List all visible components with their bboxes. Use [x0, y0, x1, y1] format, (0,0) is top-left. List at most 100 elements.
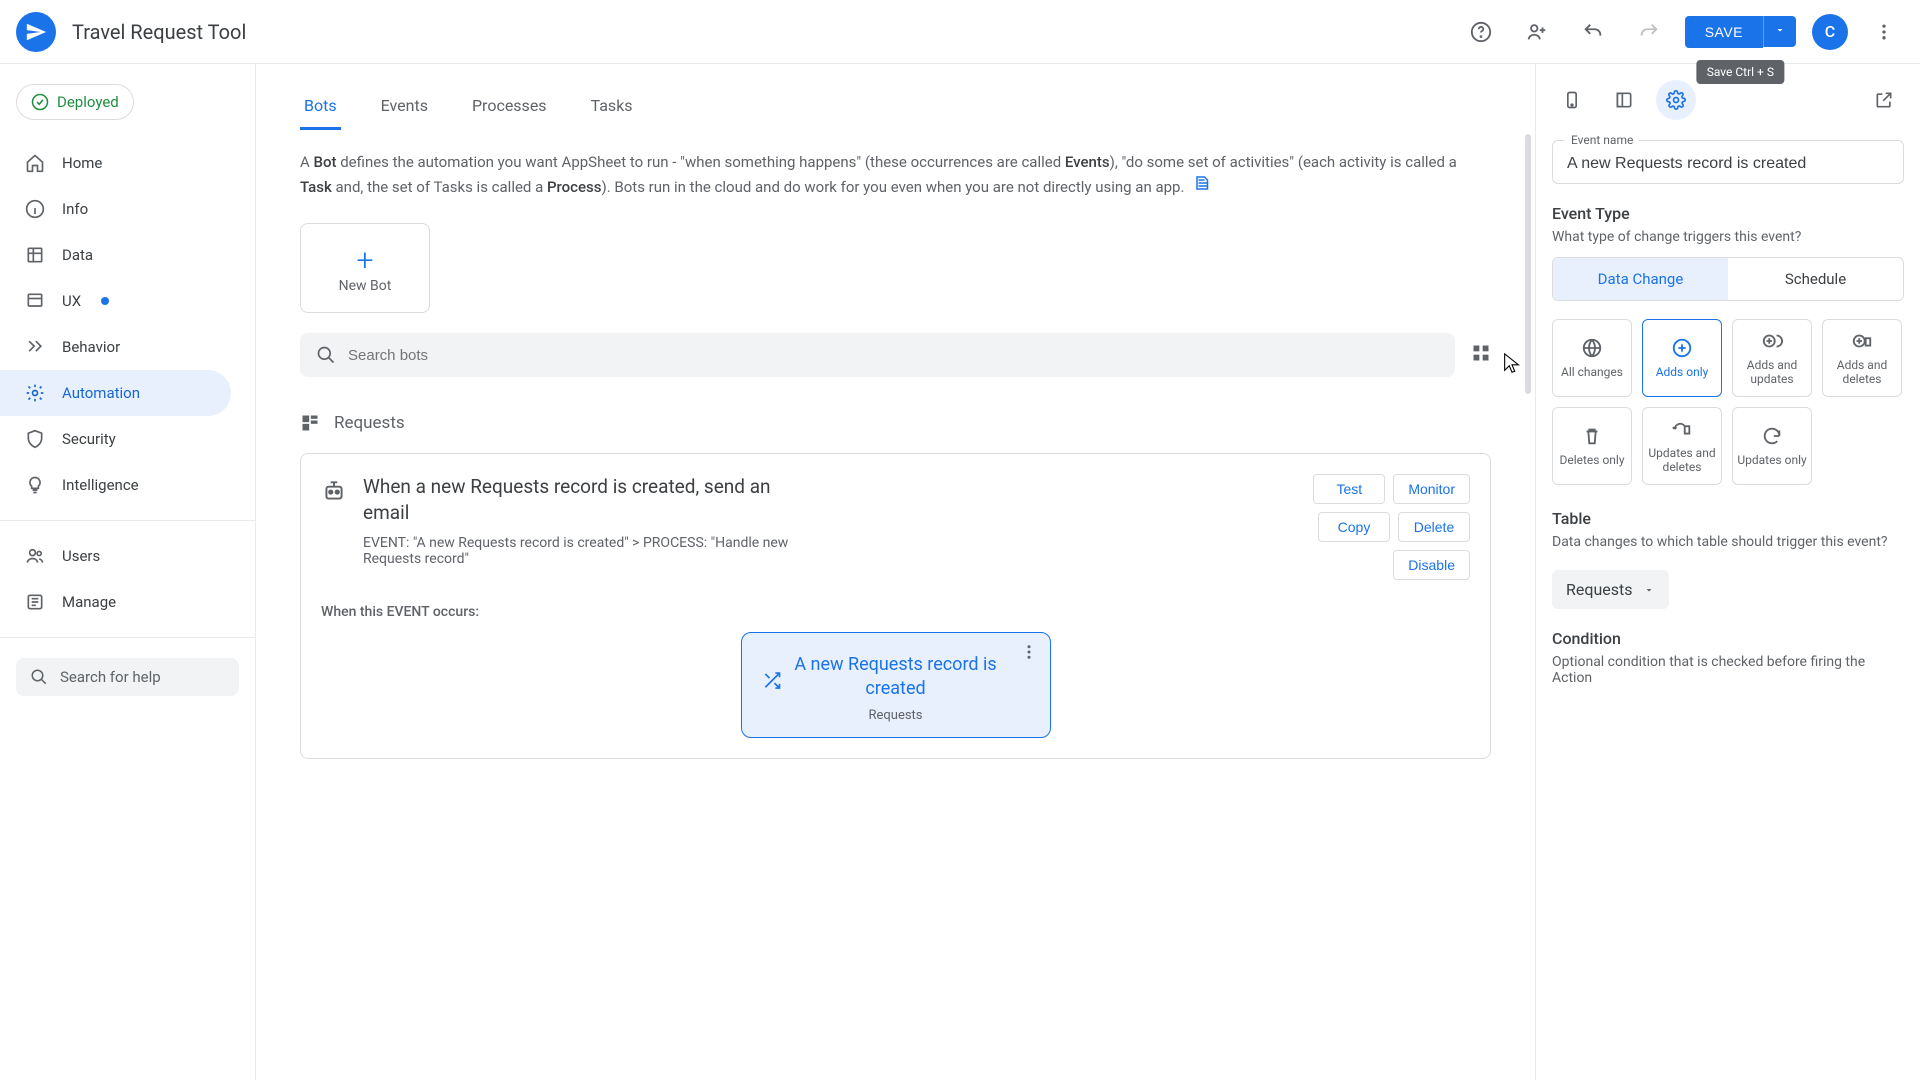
more-vert-icon[interactable]: [1020, 643, 1038, 665]
test-button[interactable]: Test: [1313, 474, 1385, 504]
collapse-handle-icon[interactable]: [1531, 563, 1536, 581]
event-occurs-label: When this EVENT occurs:: [321, 604, 1470, 620]
table-value: Requests: [1566, 580, 1633, 599]
sidebar-item-manage[interactable]: Manage: [0, 579, 231, 625]
data-icon: [24, 244, 46, 266]
table-select[interactable]: Requests: [1552, 570, 1669, 609]
change-all[interactable]: All changes: [1552, 319, 1632, 397]
automation-icon: [24, 382, 46, 404]
home-icon: [24, 152, 46, 174]
ux-icon: [24, 290, 46, 312]
right-panel: Event name Event Type What type of chang…: [1536, 64, 1920, 1080]
tablet-preview-icon[interactable]: [1604, 80, 1644, 120]
more-vert-icon[interactable]: [1864, 12, 1904, 52]
data-change-option[interactable]: Data Change: [1553, 258, 1728, 300]
main-content: Bots Events Processes Tasks A Bot define…: [256, 64, 1536, 1080]
undo-icon[interactable]: [1573, 12, 1613, 52]
person-add-icon[interactable]: [1517, 12, 1557, 52]
cursor-pointer: [1501, 352, 1523, 379]
event-card[interactable]: A new Requests record is created Request…: [741, 632, 1051, 738]
redo-icon[interactable]: [1629, 12, 1669, 52]
event-type-title: Event Type: [1552, 204, 1904, 223]
tab-bots[interactable]: Bots: [300, 84, 341, 130]
sidebar-item-behavior[interactable]: Behavior: [0, 324, 231, 370]
table-icon: [300, 413, 320, 433]
sidebar-item-ux[interactable]: UX: [0, 278, 231, 324]
section-label: Requests: [334, 413, 405, 433]
event-type-subtitle: What type of change triggers this event?: [1552, 229, 1904, 245]
sidebar-item-label: Users: [62, 547, 100, 565]
sidebar-item-info[interactable]: Info: [0, 186, 231, 232]
change-adds-only[interactable]: Adds only: [1642, 319, 1722, 397]
shuffle-icon: [762, 670, 782, 694]
bot-title: When a new Requests record is created, s…: [363, 474, 803, 525]
schedule-option[interactable]: Schedule: [1728, 258, 1903, 300]
bot-meta: EVENT: "A new Requests record is created…: [363, 535, 803, 567]
save-tooltip: Save Ctrl + S: [1697, 60, 1784, 84]
search-help[interactable]: Search for help: [16, 658, 239, 696]
event-name-field[interactable]: Event name: [1552, 140, 1904, 184]
sidebar-item-users[interactable]: Users: [0, 533, 231, 579]
users-icon: [24, 545, 46, 567]
behavior-icon: [24, 336, 46, 358]
event-name-input[interactable]: [1567, 155, 1889, 173]
monitor-button[interactable]: Monitor: [1393, 474, 1470, 504]
sidebar-item-label: Security: [62, 430, 116, 448]
change-adds-updates[interactable]: Adds and updates: [1732, 319, 1812, 397]
chevron-down-icon: [1643, 584, 1655, 596]
tab-tasks[interactable]: Tasks: [587, 84, 637, 130]
change-adds-deletes[interactable]: Adds and deletes: [1822, 319, 1902, 397]
table-title: Table: [1552, 509, 1904, 528]
sidebar-item-data[interactable]: Data: [0, 232, 231, 278]
manage-icon: [24, 591, 46, 613]
add-update-icon: [1761, 330, 1783, 352]
deploy-status[interactable]: Deployed: [16, 84, 134, 120]
sidebar-item-home[interactable]: Home: [0, 140, 231, 186]
sidebar-item-intelligence[interactable]: Intelligence: [0, 462, 231, 508]
app-title: Travel Request Tool: [72, 20, 246, 44]
sidebar-item-label: Behavior: [62, 338, 120, 356]
avatar[interactable]: C: [1812, 14, 1848, 50]
plus-icon: +: [357, 243, 374, 278]
bot-description: A Bot defines the automation you want Ap…: [280, 130, 1511, 199]
settings-preview-icon[interactable]: [1656, 80, 1696, 120]
copy-button[interactable]: Copy: [1318, 512, 1390, 542]
sidebar-item-label: Automation: [62, 384, 140, 402]
change-deletes-only[interactable]: Deletes only: [1552, 407, 1632, 485]
app-header: Travel Request Tool SAVE Save Ctrl + S C: [0, 0, 1920, 64]
search-bots-input[interactable]: [348, 347, 1439, 364]
nav-dot-indicator: [101, 297, 109, 305]
disable-button[interactable]: Disable: [1393, 550, 1470, 580]
table-subtitle: Data changes to which table should trigg…: [1552, 534, 1904, 550]
new-bot-button[interactable]: + New Bot: [300, 223, 430, 313]
change-updates-only[interactable]: Updates only: [1732, 407, 1812, 485]
sidebar-item-security[interactable]: Security: [0, 416, 231, 462]
help-icon[interactable]: [1461, 12, 1501, 52]
open-external-icon[interactable]: [1864, 80, 1904, 120]
change-updates-deletes[interactable]: Updates and deletes: [1642, 407, 1722, 485]
search-icon: [30, 668, 48, 686]
search-help-label: Search for help: [60, 668, 161, 686]
event-card-title: A new Requests record is created: [758, 653, 1034, 702]
search-bots-field[interactable]: [300, 333, 1455, 377]
deploy-label: Deployed: [57, 93, 119, 111]
delete-button[interactable]: Delete: [1398, 512, 1470, 542]
sidebar-item-automation[interactable]: Automation: [0, 370, 231, 416]
tabs: Bots Events Processes Tasks: [280, 64, 1511, 130]
change-type-grid: All changes Adds only Adds and updates A…: [1552, 319, 1904, 485]
save-dropdown[interactable]: [1763, 16, 1796, 47]
save-button[interactable]: SAVE: [1685, 16, 1763, 48]
tab-processes[interactable]: Processes: [468, 84, 551, 130]
mobile-preview-icon[interactable]: [1552, 80, 1592, 120]
sidebar-item-label: UX: [62, 292, 81, 310]
info-icon: [24, 198, 46, 220]
scrollbar[interactable]: [1525, 134, 1531, 394]
doc-link-icon[interactable]: [1194, 178, 1212, 196]
robot-icon: [321, 474, 347, 580]
field-label: Event name: [1565, 133, 1639, 147]
grid-view-icon[interactable]: [1471, 343, 1491, 367]
header-actions: SAVE Save Ctrl + S C: [1461, 12, 1904, 52]
shield-icon: [24, 428, 46, 450]
tab-events[interactable]: Events: [377, 84, 432, 130]
requests-section-header[interactable]: Requests: [280, 401, 1511, 445]
